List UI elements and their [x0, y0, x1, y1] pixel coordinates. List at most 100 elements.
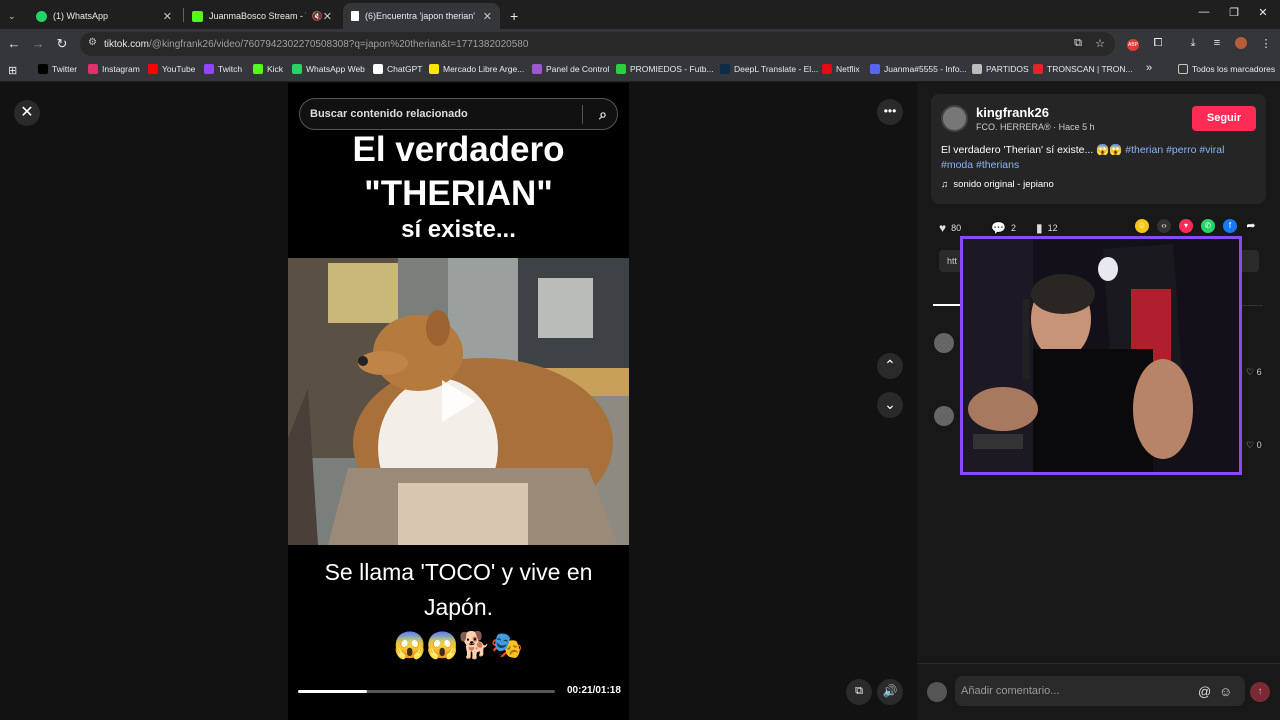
more-options-icon[interactable]: •••: [877, 99, 903, 125]
bookmark-favicon-icon: [253, 64, 263, 74]
bookmark-favicon-icon: [429, 64, 439, 74]
close-icon[interactable]: ✕: [163, 10, 172, 23]
share-arrow-icon[interactable]: ➦: [1244, 219, 1258, 233]
menu-icon[interactable]: ⋮: [1258, 37, 1274, 50]
chevron-up-icon[interactable]: ⌃: [877, 353, 903, 379]
music-label[interactable]: ♫ sonido original - jepiano: [941, 179, 1054, 190]
save-button[interactable]: ▮ 12: [1036, 221, 1058, 235]
close-window-icon[interactable]: ✕: [1255, 6, 1271, 19]
install-app-icon[interactable]: ⧉: [1070, 37, 1086, 50]
bookmark-favicon-icon: [373, 64, 383, 74]
video-description: El verdadero 'Therian' sí existe... 😱😱 #…: [941, 144, 1225, 171]
adblock-icon[interactable]: ABP: [1125, 37, 1141, 51]
avatar[interactable]: [934, 333, 954, 353]
whatsapp-share-icon[interactable]: ✆: [1201, 219, 1215, 233]
floating-player-icon[interactable]: ⧉: [846, 679, 872, 705]
comment-like[interactable]: ♡ 6: [1246, 367, 1262, 378]
site-info-icon[interactable]: ⚙: [88, 37, 97, 48]
profile-avatar-icon[interactable]: [1233, 37, 1249, 52]
heart-icon: ♥: [939, 221, 947, 235]
folder-icon: [1178, 64, 1188, 74]
more-bookmarks-icon[interactable]: »: [1146, 62, 1152, 74]
chevron-down-icon[interactable]: ⌄: [877, 392, 903, 418]
bookmark-kick[interactable]: Kick: [253, 64, 283, 74]
tiktok-page: ✕ Buscar contenido relacionado ⌕ El verd…: [0, 83, 1280, 720]
bookmark-favicon-icon: [38, 64, 48, 74]
minimize-icon[interactable]: —: [1196, 6, 1212, 18]
bookmark-chatgpt[interactable]: ChatGPT: [373, 64, 422, 74]
progress-fill: [298, 690, 368, 693]
bookmark-star-icon[interactable]: ☆: [1092, 37, 1108, 50]
bookmark-favicon-icon: [870, 64, 880, 74]
bookmark-panel-de-control[interactable]: Panel de Control: [532, 64, 609, 74]
back-icon[interactable]: ←: [6, 36, 22, 51]
tab-label: (1) WhatsApp: [53, 11, 109, 21]
tab-label: JuanmaBosco Stream - Wat: [209, 11, 306, 21]
bookmark-youtube[interactable]: YouTube: [148, 64, 195, 74]
forward-icon[interactable]: →: [30, 36, 46, 51]
whatsapp-icon: [36, 10, 47, 22]
video-caption-bottom: Se llama 'TOCO' y vive en Japón. 😱😱🐕🎭: [324, 559, 593, 660]
all-bookmarks-folder[interactable]: Todos los marcadores: [1178, 64, 1275, 74]
media-control-icon[interactable]: ≡: [1209, 37, 1225, 49]
extensions-icon[interactable]: ⧠: [1150, 37, 1166, 50]
like-button[interactable]: ♥ 80: [939, 221, 961, 235]
bookmark-juanma-5555-info[interactable]: Juanma#5555 - Info...: [870, 64, 967, 74]
download-icon[interactable]: ⤓: [1185, 37, 1201, 50]
emoji-icon[interactable]: ☺: [1219, 684, 1232, 699]
bookmark-favicon-icon: [88, 64, 98, 74]
url-host: tiktok.com: [104, 38, 150, 50]
embed-icon[interactable]: ‹›: [1157, 219, 1171, 233]
tab-kick-stream[interactable]: JuanmaBosco Stream - Wat 🔇 ✕: [184, 3, 340, 29]
close-video-icon[interactable]: ✕: [14, 100, 40, 126]
apps-grid-icon[interactable]: ⊞: [8, 64, 17, 77]
bookmark-twitch[interactable]: Twitch: [204, 64, 242, 74]
bookmark-netflix[interactable]: Netflix: [822, 64, 860, 74]
play-icon[interactable]: [442, 380, 476, 422]
video-progress-bar[interactable]: [298, 690, 555, 693]
bookmark-tronscan-tron[interactable]: TRONSCAN | TRON...: [1033, 64, 1133, 74]
kick-icon: [192, 10, 203, 22]
action-bar: ♥ 80 💬 2 ▮ 12 ☺ ‹› ▾ ✆ f ➦: [939, 219, 1259, 237]
mute-icon[interactable]: 🔇: [312, 11, 323, 22]
bookmark-partidos[interactable]: PARTIDOS: [972, 64, 1029, 74]
friends-share-icon[interactable]: ☺: [1135, 219, 1149, 233]
bookmark-twitter[interactable]: Twitter: [38, 64, 77, 74]
bookmark-instagram[interactable]: Instagram: [88, 64, 140, 74]
mention-icon[interactable]: @: [1198, 684, 1211, 699]
bookmark-deepl-translate-el[interactable]: DeepL Translate - El...: [720, 64, 818, 74]
bookmark-favicon-icon: [204, 64, 214, 74]
reload-icon[interactable]: ↻: [54, 36, 70, 52]
video-player[interactable]: Buscar contenido relacionado ⌕ El verdad…: [288, 83, 629, 720]
avatar[interactable]: [941, 105, 968, 132]
address-bar[interactable]: ⚙ tiktok.com/@kingfrank26/video/76079423…: [80, 32, 1115, 56]
close-icon[interactable]: ✕: [323, 10, 332, 23]
bookmark-favicon-icon: [822, 64, 832, 74]
comment-like[interactable]: ♡ 0: [1246, 440, 1262, 451]
volume-icon[interactable]: 🔊: [877, 679, 903, 705]
bookmark-whatsapp-web[interactable]: WhatsApp Web: [292, 64, 365, 74]
send-icon[interactable]: ▾: [1179, 219, 1193, 233]
tab-tiktok[interactable]: (6)Encuentra 'japon therian' en ✕: [343, 3, 500, 29]
webcam-overlay: [960, 236, 1242, 475]
restore-icon[interactable]: ❐: [1226, 6, 1242, 19]
comment-button[interactable]: 💬 2: [991, 221, 1016, 235]
username[interactable]: kingfrank26: [976, 105, 1049, 120]
tab-search-button[interactable]: ⌄: [0, 3, 28, 29]
search-icon[interactable]: ⌕: [599, 106, 607, 123]
user-meta: FCO. HERRERA® · Hace 5 h: [976, 122, 1095, 132]
bookmark-promiedos-futb[interactable]: PROMIEDOS - Futb...: [616, 64, 714, 74]
video-frame-dog[interactable]: [288, 258, 629, 545]
browser-toolbar: ← → ↻ ⚙ tiktok.com/@kingfrank26/video/76…: [0, 29, 1280, 59]
bookmark-mercado-libre-arge[interactable]: Mercado Libre Arge...: [429, 64, 524, 74]
facebook-icon[interactable]: f: [1223, 219, 1237, 233]
follow-button[interactable]: Seguir: [1192, 106, 1256, 131]
send-comment-button[interactable]: ↑: [1250, 682, 1270, 702]
new-tab-button[interactable]: +: [502, 3, 524, 29]
search-input[interactable]: Buscar contenido relacionado ⌕: [299, 98, 618, 130]
tiktok-icon: [351, 11, 359, 21]
avatar[interactable]: [934, 406, 954, 426]
close-icon[interactable]: ✕: [483, 10, 492, 23]
bookmark-favicon-icon: [972, 64, 982, 74]
tab-whatsapp[interactable]: (1) WhatsApp ✕: [28, 3, 180, 29]
